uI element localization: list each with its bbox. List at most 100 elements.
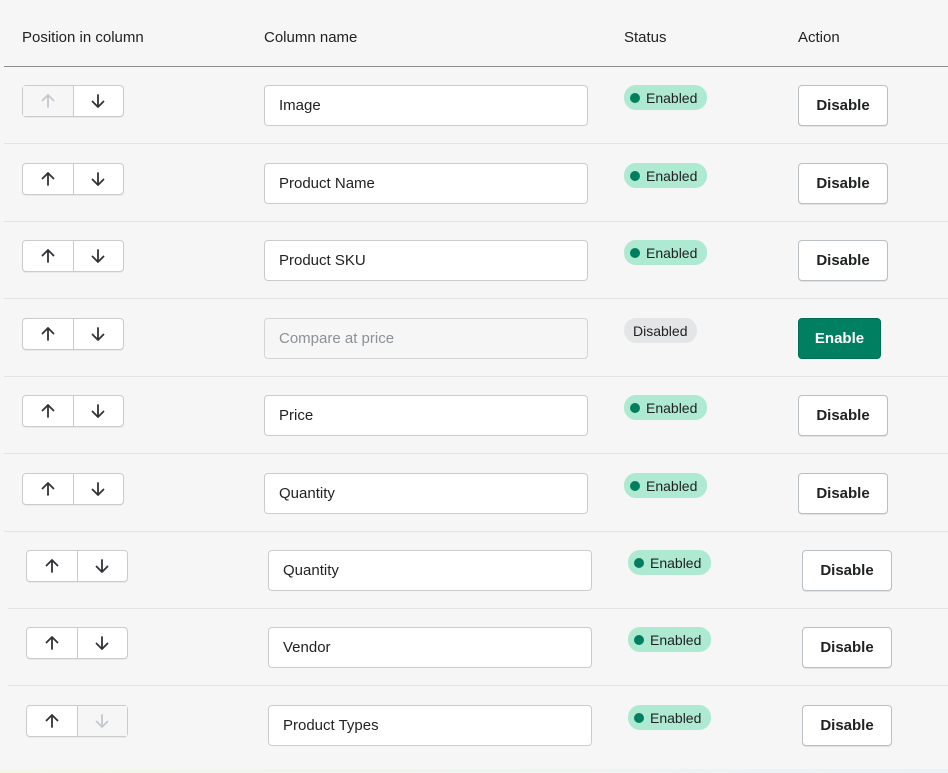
column-name-input[interactable] xyxy=(264,473,588,514)
table-row: Enabled Disable xyxy=(4,455,948,532)
move-up-button[interactable] xyxy=(23,319,73,349)
status-dot-icon xyxy=(630,402,640,413)
table-row: Disabled Enable xyxy=(4,300,948,377)
arrow-down-icon xyxy=(89,325,107,343)
position-stepper xyxy=(26,705,128,737)
arrow-up-icon xyxy=(39,480,57,498)
table-row: Enabled Disable xyxy=(4,67,948,144)
position-stepper xyxy=(22,163,124,195)
move-up-button[interactable] xyxy=(27,628,77,658)
move-down-button[interactable] xyxy=(72,86,124,116)
status-label: Enabled xyxy=(646,399,698,416)
disable-button[interactable]: Disable xyxy=(802,705,892,746)
move-up-button[interactable] xyxy=(23,164,73,194)
status-label: Enabled xyxy=(646,167,698,184)
arrow-up-icon xyxy=(43,557,61,575)
status-badge: Enabled xyxy=(624,85,708,110)
column-name-input[interactable] xyxy=(268,627,592,668)
arrow-down-icon xyxy=(93,712,111,730)
arrow-down-icon xyxy=(89,170,107,188)
position-stepper xyxy=(22,240,124,272)
status-dot-icon xyxy=(634,634,644,645)
position-stepper xyxy=(26,627,128,659)
arrow-up-icon xyxy=(39,402,57,420)
header-column-name: Column name xyxy=(264,29,358,46)
status-badge: Enabled xyxy=(624,163,708,188)
column-name-input[interactable] xyxy=(264,240,588,281)
move-down-button[interactable] xyxy=(76,551,128,581)
status-label: Enabled xyxy=(646,477,698,494)
disable-button[interactable]: Disable xyxy=(802,550,892,591)
position-stepper xyxy=(26,550,128,582)
table-row: Enabled Disable xyxy=(4,145,948,222)
status-badge: Enabled xyxy=(628,550,712,575)
move-up-button[interactable] xyxy=(23,474,73,504)
disable-button[interactable]: Disable xyxy=(798,395,888,436)
column-name-input[interactable] xyxy=(264,163,588,204)
move-down-button xyxy=(76,706,127,736)
move-up-button[interactable] xyxy=(23,241,73,271)
position-stepper xyxy=(22,318,124,350)
position-stepper xyxy=(22,85,124,117)
arrow-up-icon xyxy=(39,325,57,343)
status-dot-icon xyxy=(634,712,644,723)
move-down-button[interactable] xyxy=(72,396,124,426)
move-down-button[interactable] xyxy=(72,241,124,271)
column-name-input[interactable] xyxy=(268,705,592,746)
status-dot-icon xyxy=(630,92,640,103)
status-dot-icon xyxy=(634,557,644,568)
arrow-down-icon xyxy=(89,92,107,110)
column-name-input[interactable] xyxy=(264,395,588,436)
header-status: Status xyxy=(624,29,667,46)
status-dot-icon xyxy=(630,170,640,181)
status-badge: Enabled xyxy=(624,473,708,498)
position-stepper xyxy=(22,395,124,427)
table-row: Enabled Disable xyxy=(4,222,948,299)
table-row: Enabled Disable xyxy=(4,377,948,454)
move-down-button[interactable] xyxy=(72,474,124,504)
status-label: Enabled xyxy=(650,554,702,571)
disable-button[interactable]: Disable xyxy=(802,627,892,668)
disable-button[interactable]: Disable xyxy=(798,240,888,281)
arrow-up-icon xyxy=(43,634,61,652)
status-badge: Enabled xyxy=(628,627,712,652)
header-position: Position in column xyxy=(22,29,144,46)
disable-button[interactable]: Disable xyxy=(798,85,888,126)
status-badge: Enabled xyxy=(628,705,712,730)
status-label: Enabled xyxy=(646,89,698,106)
disable-button[interactable]: Disable xyxy=(798,473,888,514)
status-label: Enabled xyxy=(650,709,702,726)
move-up-button[interactable] xyxy=(27,551,77,581)
table-row: Enabled Disable xyxy=(8,609,948,686)
status-label: Enabled xyxy=(646,244,698,261)
move-down-button[interactable] xyxy=(72,164,124,194)
status-dot-icon xyxy=(630,247,640,258)
status-label: Disabled xyxy=(633,322,688,339)
table-header: Position in column Column name Status Ac… xyxy=(4,0,948,67)
position-stepper xyxy=(22,473,124,505)
column-name-input[interactable] xyxy=(264,318,588,359)
arrow-up-icon xyxy=(39,247,57,265)
move-up-button xyxy=(23,86,73,116)
table-row: Enabled Disable xyxy=(8,687,948,764)
move-up-button[interactable] xyxy=(23,396,73,426)
column-name-input[interactable] xyxy=(264,85,588,126)
move-down-button[interactable] xyxy=(72,319,124,349)
arrow-up-icon xyxy=(39,170,57,188)
arrow-up-icon xyxy=(43,712,61,730)
table-row: Enabled Disable xyxy=(8,532,948,609)
enable-button[interactable]: Enable xyxy=(798,318,881,359)
columns-table: Position in column Column name Status Ac… xyxy=(4,0,948,746)
arrow-down-icon xyxy=(89,402,107,420)
status-badge: Enabled xyxy=(624,395,708,420)
arrow-down-icon xyxy=(89,247,107,265)
move-down-button[interactable] xyxy=(76,628,128,658)
status-badge: Disabled xyxy=(624,318,698,343)
status-dot-icon xyxy=(630,480,640,491)
move-up-button[interactable] xyxy=(27,706,77,736)
arrow-up-icon xyxy=(39,92,57,110)
column-name-input[interactable] xyxy=(268,550,592,591)
arrow-down-icon xyxy=(93,634,111,652)
disable-button[interactable]: Disable xyxy=(798,163,888,204)
arrow-down-icon xyxy=(89,480,107,498)
